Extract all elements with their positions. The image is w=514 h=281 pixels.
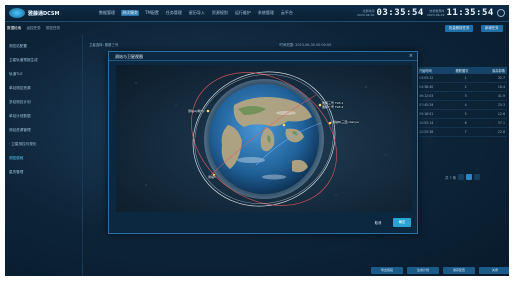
marker-label: 测站B(三亚)-Sanya <box>332 120 359 124</box>
sidebar-item[interactable]: 测控站配置 <box>9 44 27 49</box>
nav-item-system[interactable]: 系统管理 <box>257 10 275 16</box>
satellite-select[interactable]: 雅藤三号 <box>105 43 119 47</box>
col-pass: 跟踪圈次 <box>455 69 469 73</box>
add-task-button[interactable]: 新增任务 <box>481 25 503 32</box>
sidebar: 测控站配置 卫星轨道预报生成 轨道TLE 单站测控资源 多站测控计划 单站计划数… <box>5 35 83 276</box>
modal-title: 测站与卫星视图 <box>115 54 143 59</box>
tab-data-search[interactable]: 数据检索 <box>7 26 21 31</box>
export-arc-button[interactable]: 导出弧段 <box>371 267 403 274</box>
pager-total: 共 7 条 <box>445 175 457 180</box>
sidebar-item-active[interactable]: 测控弧段 <box>9 156 23 161</box>
table-row[interactable]: 04:38:40 2 18.4 <box>417 83 507 92</box>
nav-item-test[interactable]: 测试服务 <box>121 10 139 16</box>
modal-header: 测站与卫星视图 × <box>109 52 417 61</box>
close-button[interactable]: 关闭 <box>479 267 509 274</box>
sidebar-item[interactable]: 卫星轨道预报生成 <box>9 58 38 63</box>
col-elev: 最高仰角 <box>492 69 505 73</box>
table-row[interactable]: 12:25:38 7 22.8 <box>417 128 507 137</box>
ok-button[interactable]: 确定 <box>393 218 411 227</box>
tab-ops-task[interactable]: 运控任务 <box>26 26 40 31</box>
app-title: 雅藤通DCSM <box>28 11 60 17</box>
globe-scene[interactable] <box>116 65 412 212</box>
filter-bar: 卫星选择: 雅藤三号 时间范围: 2023-06-30 00:00:00 <box>89 42 331 47</box>
globe-modal: 测站与卫星视图 × 测站A(喀什) 雅藤三号 TLE-1 雅藤一号 TLE-2 … <box>108 51 418 234</box>
top-header: 雅藤通DCSM 数据管理 测试服务 TM配置 任务管理 星历导入 资源规划 运行… <box>5 5 509 22</box>
table-row[interactable]: 03:05:12 1 32.7 <box>417 74 507 83</box>
pager-next[interactable] <box>474 174 481 180</box>
marker-label: 测站C <box>208 175 217 179</box>
gear-icon[interactable] <box>497 9 505 17</box>
sidebar-item[interactable]: · 卫星测控可视化 <box>9 142 36 147</box>
pager-prev[interactable] <box>458 174 465 180</box>
clock2-time: 11:35:54 <box>446 8 494 18</box>
pager-current[interactable] <box>466 174 473 180</box>
modal-footer: 取消 确定 <box>109 213 417 233</box>
globe-viewport[interactable]: 测站A(喀什) 雅藤三号 TLE-1 雅藤一号 TLE-2 测站B(三亚)-Sa… <box>116 65 412 212</box>
cancel-button[interactable]: 取消 <box>371 219 385 227</box>
beijing-clock: 北京时间 2023-06-30 03:35:54 <box>357 8 424 18</box>
table-row[interactable]: 09:18:51 5 12.6 <box>417 110 507 119</box>
sidebar-item[interactable]: 星历管理 <box>9 170 23 175</box>
clock1-time: 03:35:54 <box>376 8 424 18</box>
batch-delete-button[interactable]: 批量删除任务 <box>445 25 474 32</box>
sidebar-item[interactable]: 轨道TLE <box>9 72 23 77</box>
logo-icon <box>9 8 25 18</box>
close-icon[interactable]: × <box>409 53 413 59</box>
table-header: 开始时间 跟踪圈次 最高仰角 <box>417 67 507 74</box>
table-row[interactable]: 10:52:14 6 37.1 <box>417 119 507 128</box>
app-window: 雅藤通DCSM 数据管理 测试服务 TM配置 任务管理 星历导入 资源规划 运行… <box>5 5 509 276</box>
marker-label: 雅藤一号 TLE-2 <box>322 105 344 109</box>
nav-item-ephem[interactable]: 星历导入 <box>188 10 206 16</box>
table-row[interactable]: 07:45:29 4 25.3 <box>417 101 507 110</box>
sidebar-item[interactable]: 多站测控计划 <box>9 100 31 105</box>
nav-item-task[interactable]: 任务管理 <box>165 10 183 16</box>
pagination: 共 7 条 <box>445 174 481 180</box>
clock2-date: 2023-06-29 <box>427 13 445 17</box>
time-select[interactable]: 2023-06-30 00:00:00 <box>295 43 331 47</box>
nav-item-resource[interactable]: 资源规划 <box>211 10 229 16</box>
bottom-actions: 导出弧段 生成计划 保存配置 关闭 <box>371 267 509 274</box>
generate-plan-button[interactable]: 生成计划 <box>407 267 439 274</box>
marker-label: 测站A(喀什) <box>188 109 205 113</box>
utc-clock: 协调世界时 2023-06-29 11:35:54 <box>427 8 494 18</box>
main-nav: 数据管理 测试服务 TM配置 任务管理 星历导入 资源规划 运行维护 系统管理 … <box>98 10 294 16</box>
nav-item-cloud[interactable]: 云平台 <box>280 10 294 16</box>
arc-table: 开始时间 跟踪圈次 最高仰角 03:05:12 1 32.7 04:38:40 2 18… <box>417 67 507 177</box>
sidebar-item[interactable]: 单站计划数据 <box>9 114 31 119</box>
satellite-label: 卫星选择: <box>89 43 104 47</box>
nav-item-tm[interactable]: TM配置 <box>144 10 160 16</box>
nav-item-ops[interactable]: 运行维护 <box>234 10 252 16</box>
col-start: 开始时间 <box>419 69 432 73</box>
save-config-button[interactable]: 保存配置 <box>443 267 475 274</box>
sidebar-item[interactable]: 测站资源管理 <box>9 128 31 133</box>
table-row[interactable]: 06:12:03 3 41.9 <box>417 92 507 101</box>
time-label: 时间范围: <box>279 43 295 47</box>
clock1-date: 2023-06-30 <box>357 13 375 17</box>
tab-tt-task[interactable]: 测控任务 <box>46 26 60 31</box>
sub-tab-row: 数据检索 运控任务 测控任务 <box>5 24 509 33</box>
nav-item-data[interactable]: 数据管理 <box>98 10 116 16</box>
sidebar-item[interactable]: 单站测控资源 <box>9 86 31 91</box>
